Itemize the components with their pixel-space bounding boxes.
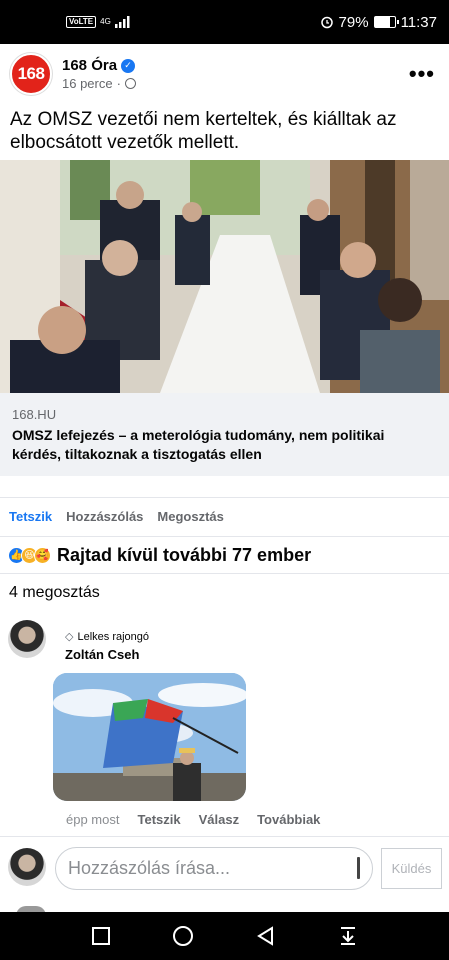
arrow-down-icon (340, 927, 355, 945)
reactions-summary[interactable]: 👍 😆 🥰 Rajtad kívül további 77 ember (8, 544, 311, 566)
volte-badge: VoLTE (66, 16, 97, 28)
more-options-button[interactable]: ••• (409, 61, 435, 87)
battery-icon (373, 16, 399, 28)
divider (0, 536, 449, 537)
comment-reply-button[interactable]: Válasz (199, 812, 239, 827)
signal-icon (114, 16, 130, 28)
post-actions: Tetszik Hozzászólás Megosztás (9, 509, 224, 524)
comment-image[interactable] (53, 673, 246, 801)
share-button[interactable]: Megosztás (157, 509, 223, 524)
verified-icon: ✓ (121, 58, 136, 73)
back-button[interactable] (254, 924, 278, 948)
page-name-row[interactable]: 168 Óra ✓ (62, 57, 136, 74)
like-button[interactable]: Tetszik (9, 509, 52, 524)
divider (0, 836, 449, 837)
circle-icon (173, 926, 194, 946)
post-meta: 16 perce · (62, 76, 136, 91)
post-image[interactable] (0, 160, 449, 393)
post-header-text: 168 Óra ✓ 16 perce · (62, 57, 136, 91)
recents-button[interactable] (89, 924, 113, 948)
android-nav-bar (0, 912, 449, 960)
flag-photo (53, 673, 246, 801)
alarm-icon (320, 16, 333, 29)
page-name[interactable]: 168 Óra (62, 57, 117, 74)
comment-like-button[interactable]: Tetszik (137, 812, 180, 827)
share-count[interactable]: 4 megosztás (9, 584, 100, 602)
care-icon: 🥰 (34, 546, 51, 564)
fan-badge-label: Lelkes rajongó (77, 630, 150, 643)
clock: 11:37 (400, 13, 437, 31)
divider (0, 573, 449, 574)
text-cursor (357, 857, 360, 879)
link-preview[interactable]: 168.HU OMSZ lefejezés – a meterológia tu… (0, 393, 449, 476)
comment-input[interactable] (55, 847, 373, 890)
commenter-avatar[interactable] (8, 620, 46, 658)
meta-separator: · (116, 76, 121, 91)
post-header: 168 168 Óra ✓ 16 perce · ••• (0, 44, 449, 104)
meeting-photo (0, 160, 449, 393)
battery-percent: 79% (338, 13, 369, 31)
notification-pull-button[interactable] (336, 924, 360, 948)
status-bar: VoLTE 4G 79% 11:37 (0, 0, 449, 44)
link-domain: 168.HU (12, 407, 57, 422)
user-avatar[interactable] (8, 848, 46, 886)
battery-level (374, 17, 391, 27)
send-button[interactable]: Küldés (381, 848, 442, 889)
post-time[interactable]: 16 perce (62, 76, 113, 91)
diamond-icon: ◇ (65, 631, 74, 643)
comment-actions: épp most Tetszik Válasz Továbbiak (66, 812, 320, 827)
link-title: OMSZ lefejezés – a meterológia tudomány,… (12, 427, 385, 462)
commenter-name[interactable]: Zoltán Cseh (65, 647, 139, 662)
comment-more-button[interactable]: Továbbiak (257, 812, 320, 827)
triangle-back-icon (256, 926, 273, 946)
signal-area: VoLTE 4G (66, 16, 131, 28)
network-type: 4G (100, 17, 111, 26)
square-icon (92, 927, 111, 945)
post-text: Az OMSZ vezetői nem kerteltek, és kiállt… (10, 109, 397, 153)
divider (0, 497, 449, 498)
globe-icon (124, 78, 136, 89)
status-right: 79% 11:37 (320, 14, 437, 31)
fan-badge: ◇ Lelkes rajongó (65, 630, 150, 644)
reactions-text: Rajtad kívül további 77 ember (57, 544, 312, 565)
comment-time: épp most (66, 812, 120, 827)
home-button[interactable] (171, 924, 195, 948)
comment-button[interactable]: Hozzászólás (66, 509, 143, 524)
page-logo[interactable]: 168 (10, 53, 52, 95)
